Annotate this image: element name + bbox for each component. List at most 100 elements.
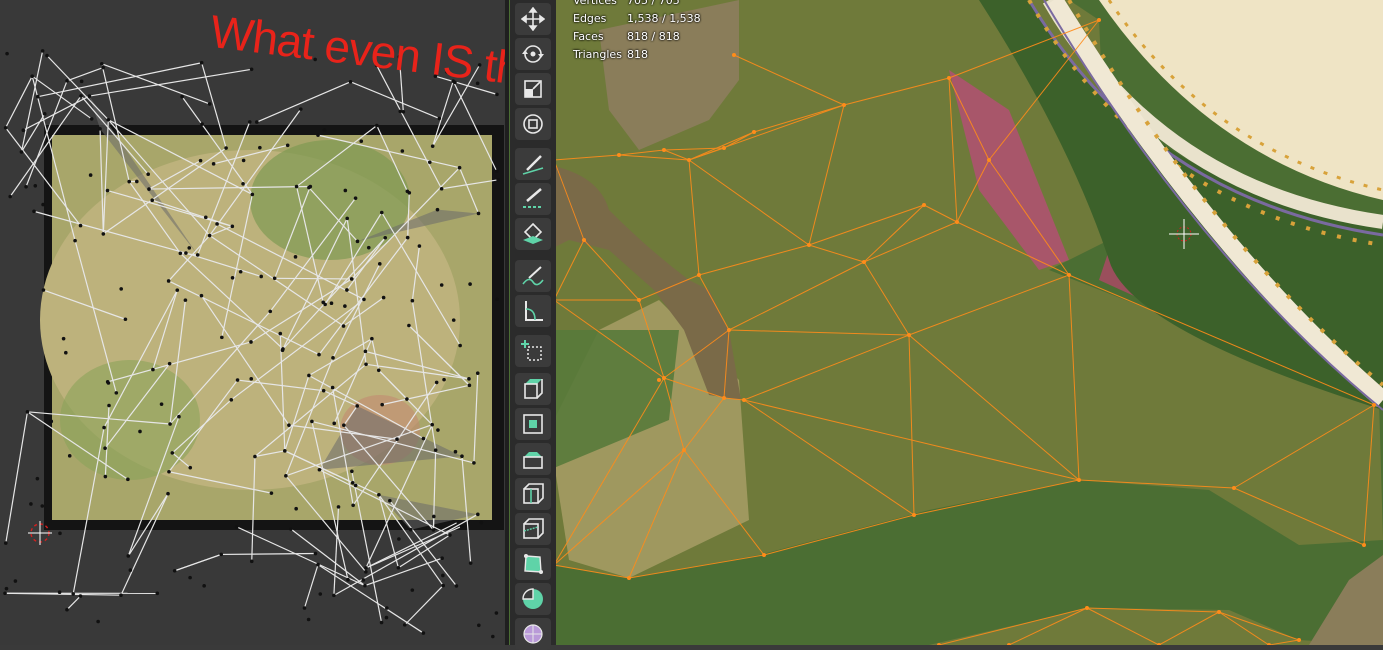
uv-vertex	[115, 391, 119, 395]
rotate-tool[interactable]	[515, 38, 551, 70]
mesh-vertex	[1085, 606, 1089, 610]
uv-vertex	[469, 561, 473, 565]
uv-vertex	[62, 337, 66, 341]
uv-vertex	[273, 277, 277, 281]
uv-vertex	[284, 474, 288, 478]
uv-canvas[interactable]	[0, 0, 505, 645]
uv-vertex	[119, 593, 123, 597]
mesh-vertex	[752, 130, 756, 134]
uv-vertex	[147, 187, 151, 191]
uv-vertex	[363, 584, 367, 588]
uv-vertex	[196, 253, 200, 257]
uv-vertex	[14, 579, 18, 583]
uv-vertex	[251, 193, 255, 197]
annotate-line-tool[interactable]	[515, 183, 551, 215]
viewport-scene[interactable]	[509, 0, 1383, 645]
uv-editor[interactable]: What even IS this	[0, 0, 505, 645]
uv-vertex	[250, 68, 254, 72]
uv-vertex	[22, 128, 26, 132]
uv-vertex	[385, 606, 389, 610]
uv-vertex	[359, 139, 363, 143]
uv-vertex	[268, 310, 272, 314]
uv-vertex	[441, 574, 445, 578]
poly-build-tool[interactable]	[515, 548, 551, 580]
uv-vertex	[496, 178, 500, 182]
mesh-vertex	[742, 398, 746, 402]
inset-faces-tool[interactable]	[515, 408, 551, 440]
uv-vertex	[151, 368, 155, 372]
spin-tool[interactable]	[515, 583, 551, 615]
uv-vertex	[129, 568, 133, 572]
uv-vertex	[202, 584, 206, 588]
mesh-vertex	[987, 158, 991, 162]
stat-label: Vertices	[573, 0, 627, 10]
uv-vertex	[318, 468, 322, 472]
uv-edge	[21, 51, 42, 152]
mesh-vertex	[922, 203, 926, 207]
uv-vertex	[8, 195, 12, 199]
uv-vertex	[126, 478, 130, 482]
smooth-tool[interactable]	[515, 618, 551, 650]
annotate-polygon-tool[interactable]	[515, 218, 551, 250]
uv-vertex	[422, 631, 426, 635]
uv-vertex	[476, 513, 480, 517]
uv-vertex	[332, 594, 336, 598]
uv-vertex	[286, 143, 290, 147]
uv-vertex	[255, 120, 259, 124]
uv-vertex	[431, 144, 435, 148]
measure-tool[interactable]	[515, 295, 551, 327]
add-cube-tool[interactable]	[515, 335, 551, 367]
uv-vertex	[4, 126, 8, 130]
uv-vertex	[107, 118, 111, 122]
uv-vertex	[331, 386, 335, 390]
3d-viewport[interactable]	[509, 0, 1383, 645]
uv-vertex	[351, 481, 355, 485]
uv-vertex	[168, 362, 172, 366]
mesh-vertex	[862, 260, 866, 264]
stat-edges: Edges 1,538 / 1,538	[573, 10, 701, 28]
knife-tool[interactable]	[515, 513, 551, 545]
uv-vertex	[249, 340, 253, 344]
stat-label: Triangles	[573, 46, 627, 64]
move-tool[interactable]	[515, 3, 551, 35]
uv-vertex	[367, 246, 371, 250]
uv-vertex	[5, 587, 9, 591]
uv-vertex	[295, 185, 299, 189]
uv-vertex	[438, 117, 442, 121]
poly-build-icon	[521, 552, 545, 576]
uv-vertex	[432, 528, 436, 532]
uv-vertex	[107, 404, 111, 408]
stat-label: Faces	[573, 28, 627, 46]
uv-vertex	[100, 62, 104, 66]
uv-vertex	[406, 236, 410, 240]
uv-vertex	[177, 415, 181, 419]
uv-vertex	[41, 49, 45, 53]
uv-edge	[67, 68, 103, 81]
mesh-vertex	[732, 53, 736, 57]
uv-vertex	[383, 236, 387, 240]
uv-vertex	[184, 298, 188, 302]
uv-vertex	[199, 159, 203, 163]
uv-vertex	[351, 503, 355, 507]
uv-vertex	[33, 184, 37, 188]
uv-vertex	[495, 611, 499, 615]
annotate-tool[interactable]	[515, 148, 551, 180]
uv-vertex	[294, 255, 298, 259]
uv-vertex	[477, 624, 481, 628]
uv-vertex	[345, 288, 349, 292]
uv-vertex	[314, 552, 318, 556]
uv-vertex	[345, 217, 349, 221]
extrude-region-tool[interactable]	[515, 373, 551, 405]
uv-vertex	[411, 299, 415, 303]
uv-vertex	[441, 584, 445, 588]
uv-vertex	[90, 117, 94, 121]
bevel-tool[interactable]	[515, 443, 551, 475]
mesh-vertex	[637, 298, 641, 302]
annotate-eraser-tool[interactable]	[515, 260, 551, 292]
scale-tool[interactable]	[515, 73, 551, 105]
loop-cut-tool[interactable]	[515, 478, 551, 510]
stat-value: 705 / 705	[627, 0, 680, 10]
mesh-vertex	[1362, 543, 1366, 547]
transform-tool[interactable]	[515, 108, 551, 140]
uv-vertex	[395, 437, 399, 441]
